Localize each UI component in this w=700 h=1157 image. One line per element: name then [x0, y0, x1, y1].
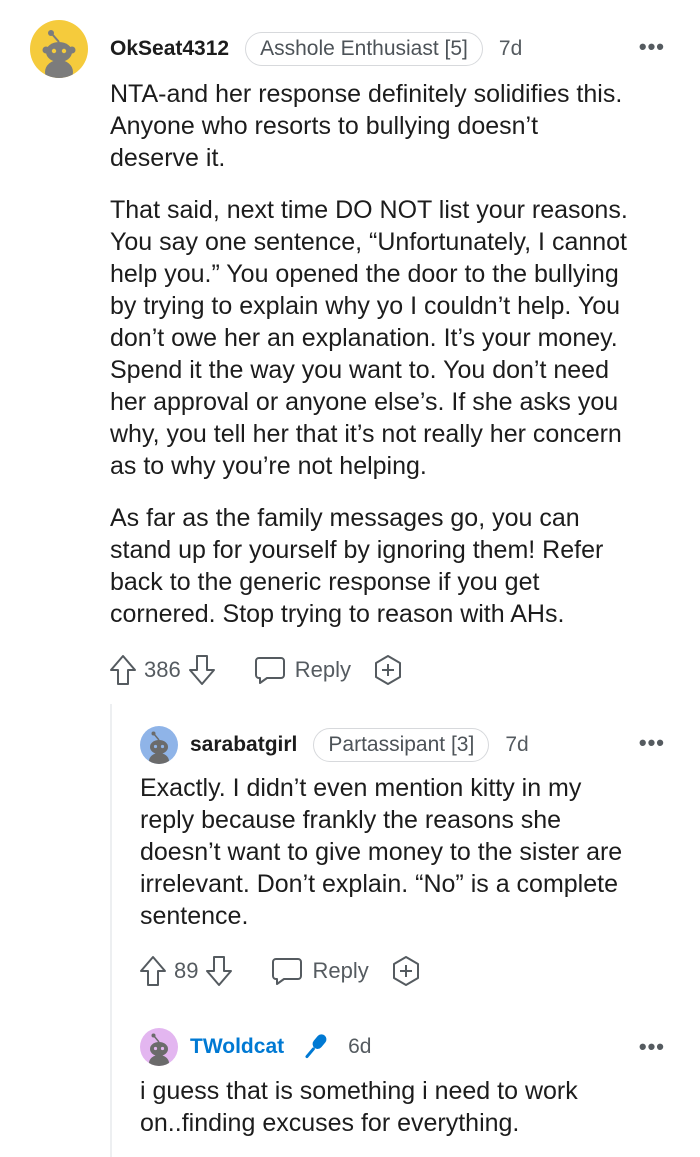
more-options-button[interactable]: ••• — [639, 730, 665, 756]
microphone-icon — [305, 1034, 327, 1059]
username[interactable]: OkSeat4312 — [110, 37, 229, 61]
user-flair: Partassipant [3] — [313, 728, 490, 762]
upvote-icon[interactable] — [108, 653, 138, 687]
snoo-avatar-icon — [42, 30, 76, 78]
vote-score: 386 — [144, 657, 181, 682]
comment-paragraph: Exactly. I didn’t even mention kitty in … — [140, 774, 623, 930]
reply-button[interactable]: Reply — [270, 954, 369, 988]
award-plus-icon[interactable] — [389, 954, 423, 988]
reply-label: Reply — [294, 657, 351, 682]
comment-header: TWoldcat 6d — [190, 1029, 371, 1065]
timestamp[interactable]: 6d — [348, 1035, 371, 1059]
avatar[interactable] — [140, 726, 178, 764]
downvote-icon[interactable] — [187, 653, 217, 687]
award-plus-icon[interactable] — [371, 653, 405, 687]
snoo-avatar-icon — [149, 731, 169, 764]
comment-body: NTA-and her response definitely solidifi… — [110, 78, 680, 650]
vote-score: 89 — [174, 958, 199, 983]
more-options-button[interactable]: ••• — [639, 1034, 665, 1060]
comment-body: i guess that is something i need to work… — [140, 1075, 680, 1157]
downvote-icon[interactable] — [204, 954, 234, 988]
comment-bubble-icon — [254, 657, 285, 684]
comment-body: Exactly. I didn’t even mention kitty in … — [140, 772, 680, 952]
avatar[interactable] — [30, 20, 88, 78]
comment-paragraph: i guess that is something i need to work… — [140, 1077, 578, 1137]
avatar[interactable] — [140, 1028, 178, 1066]
username[interactable]: sarabatgirl — [190, 733, 297, 757]
upvote-icon[interactable] — [138, 954, 168, 988]
comment-paragraph: NTA-and her response definitely solidifi… — [110, 80, 623, 172]
timestamp[interactable]: 7d — [499, 37, 522, 61]
thread-line[interactable] — [110, 704, 112, 1157]
user-flair: Asshole Enthusiast [5] — [245, 32, 483, 66]
comment-header: sarabatgirl Partassipant [3] 7d — [190, 727, 529, 763]
username[interactable]: TWoldcat — [190, 1035, 284, 1059]
comment-actions: 89 Reply — [138, 954, 423, 988]
comment-actions: 386 Reply — [108, 653, 405, 687]
reply-button[interactable]: Reply — [253, 653, 351, 687]
comment-paragraph: That said, next time DO NOT list your re… — [110, 196, 628, 480]
comment-paragraph: As far as the family messages go, you ca… — [110, 504, 604, 628]
comment-header: OkSeat4312 Asshole Enthusiast [5] 7d — [110, 30, 522, 68]
more-options-button[interactable]: ••• — [639, 34, 665, 60]
timestamp[interactable]: 7d — [505, 733, 528, 757]
reply-label: Reply — [312, 958, 369, 983]
snoo-avatar-icon — [149, 1033, 169, 1066]
comment-bubble-icon — [272, 958, 303, 985]
